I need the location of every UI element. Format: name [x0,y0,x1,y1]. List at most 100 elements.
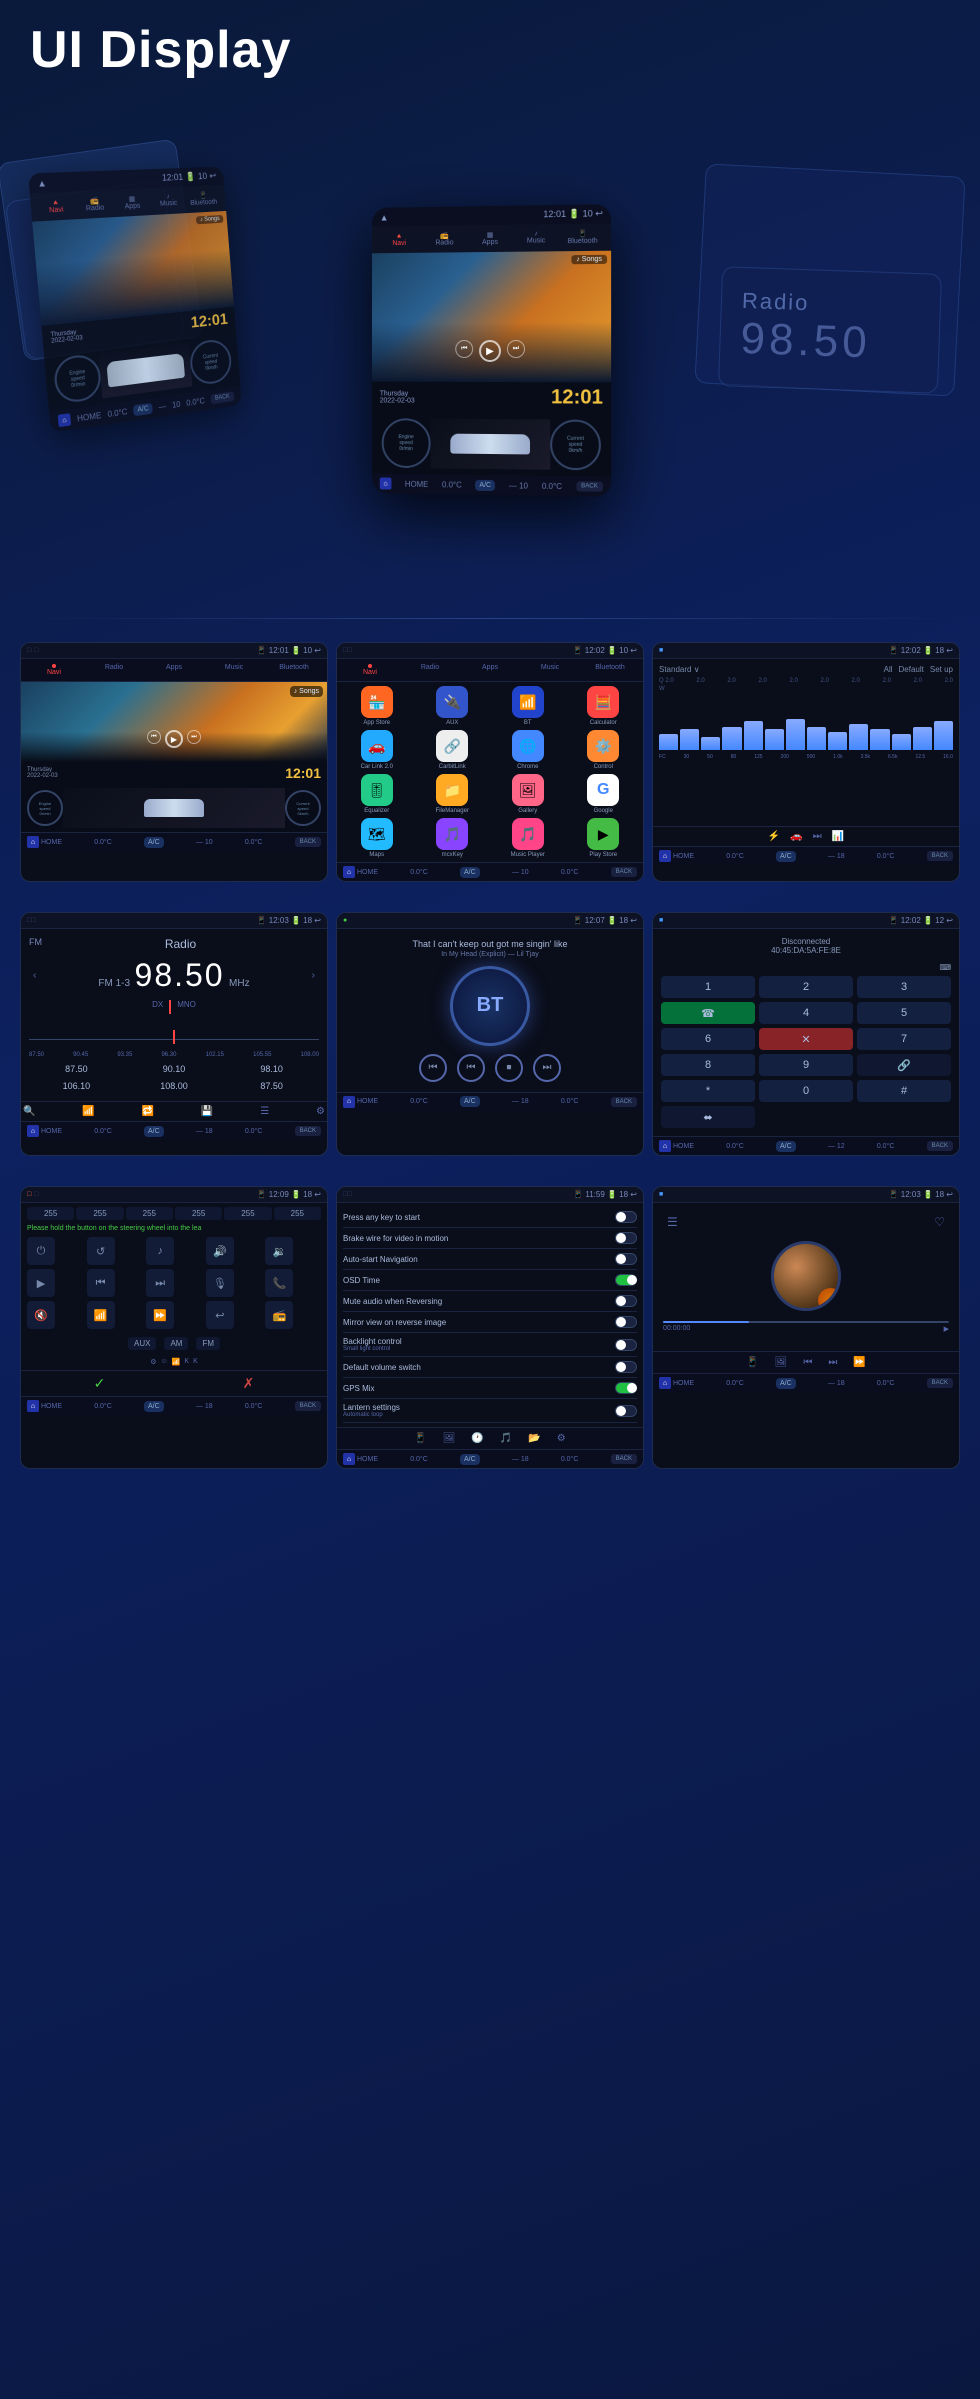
radio-dx[interactable]: DX [152,1000,163,1014]
app-calculator[interactable]: 🧮 Calculator [568,686,640,726]
key-0[interactable]: 0 [759,1080,853,1102]
app-appstore[interactable]: 🏪 App Store [341,686,413,726]
back-button-sc3[interactable]: BACK [927,851,953,861]
app-aux[interactable]: 🔌 AUX [417,686,489,726]
toggle-mirror[interactable] [615,1316,637,1328]
fm-btn[interactable]: FM [196,1337,220,1350]
key-1[interactable]: 1 [661,976,755,998]
back-button-sc7[interactable]: BACK [295,1401,321,1411]
back-button-sc6[interactable]: BACK [927,1141,953,1151]
key-2[interactable]: 2 [759,976,853,998]
next-sc9[interactable]: ⏭ [825,1355,840,1370]
app-maps[interactable]: 🗺 Maps [341,818,413,858]
bt-prev-track[interactable]: ⏮ [457,1054,485,1082]
signal-icon[interactable]: 📶 [82,1106,94,1117]
heart-icon[interactable]: ♡ [934,1215,945,1229]
app-chrome[interactable]: 🌐 Chrome [492,730,564,770]
back-button-sc8[interactable]: BACK [611,1454,637,1464]
bt-prev[interactable]: ⏮ [419,1054,447,1082]
key-end[interactable]: ✕ [759,1028,853,1050]
img-action-icon[interactable]: 🖼 [440,1431,459,1446]
app-control[interactable]: ⚙️ Control [568,730,640,770]
power-icon[interactable]: ⏻ [27,1237,55,1265]
vol-down-icon[interactable]: 🔉 [265,1237,293,1265]
time-action-icon[interactable]: 🕐 [468,1431,486,1446]
toggle-mute[interactable] [615,1295,637,1307]
mic-icon[interactable]: 🎙 [206,1269,234,1297]
app-playstore[interactable]: ▶ Play Store [568,818,640,858]
mute-icon[interactable]: 🔇 [27,1301,55,1329]
search-radio-icon[interactable]: 🔍 [23,1106,35,1117]
playlist-icon[interactable]: ☰ [667,1215,678,1229]
toggle-press-key[interactable] [615,1211,637,1223]
preset-6[interactable]: 87.50 [224,1079,319,1093]
key-4[interactable]: 4 [759,1002,853,1024]
toggle-backlight[interactable] [615,1339,637,1351]
radio-prev[interactable]: ‹ [33,970,36,981]
back-icon[interactable]: ↩ [206,1301,234,1329]
bt-stop[interactable]: ⏹ [495,1054,523,1082]
preset-4[interactable]: 106.10 [29,1079,124,1093]
x-icon[interactable]: ✗ [243,1375,255,1392]
radio-next[interactable]: › [312,970,315,981]
settings-icon[interactable]: ⚙ [316,1106,325,1117]
prev-sc9[interactable]: ⏮ [800,1355,815,1370]
back-button-sc9[interactable]: BACK [927,1378,953,1388]
skip-icon[interactable]: ⏩ [146,1301,174,1329]
app-filemanager[interactable]: 📁 FileManager [417,774,489,814]
next-track-icon[interactable]: ⏭ [146,1269,174,1297]
refresh-icon[interactable]: ↺ [87,1237,115,1265]
key-call[interactable]: ☎ [661,1002,755,1024]
preset-1[interactable]: 87.50 [29,1062,124,1076]
music-action-icon[interactable]: 🎵 [497,1431,515,1446]
folder-action-icon[interactable]: 📂 [525,1431,543,1446]
preset-2[interactable]: 90.10 [127,1062,222,1076]
phone-icon[interactable]: 📞 [265,1269,293,1297]
key-6[interactable]: 6 [661,1028,755,1050]
toggle-brake[interactable] [615,1232,637,1244]
app-google[interactable]: G Google [568,774,640,814]
key-switch[interactable]: ⬌ [661,1106,755,1128]
app-bt[interactable]: 📶 BT [492,686,564,726]
phone-icon-sc9[interactable]: 📱 [743,1355,761,1370]
toggle-gps[interactable] [615,1382,637,1394]
save-icon[interactable]: 💾 [201,1106,213,1117]
app-carlink[interactable]: 🚗 Car Link 2.0 [341,730,413,770]
check-icon[interactable]: ✓ [94,1375,106,1392]
phone-action-icon[interactable]: 📱 [411,1431,429,1446]
key-star[interactable]: * [661,1080,755,1102]
fm-icon[interactable]: 📻 [265,1301,293,1329]
img-icon-sc9[interactable]: 🖼 [772,1355,791,1370]
app-mcxkey[interactable]: 🎵 mcxKey [417,818,489,858]
toggle-lantern[interactable] [615,1405,637,1417]
radio-mono[interactable]: MNO [177,1000,196,1014]
key-link[interactable]: 🔗 [857,1054,951,1076]
am-btn[interactable]: AM [164,1337,188,1350]
key-3[interactable]: 3 [857,976,951,998]
app-musicplayer[interactable]: 🎵 Music Player [492,818,564,858]
back-button-sc4[interactable]: BACK [295,1126,321,1136]
list-icon[interactable]: ☰ [260,1106,269,1117]
bt-icon[interactable]: 📶 [87,1301,115,1329]
key-8[interactable]: 8 [661,1054,755,1076]
skip-sc9[interactable]: ⏩ [850,1355,868,1370]
bt-next[interactable]: ⏭ [533,1054,561,1082]
preset-5[interactable]: 108.00 [127,1079,222,1093]
toggle-osd[interactable] [615,1274,637,1286]
back-button-sc5[interactable]: BACK [611,1097,637,1107]
gear-action-icon[interactable]: ⚙ [554,1431,569,1446]
steering-media-icon[interactable]: ♪ [146,1237,174,1265]
eq-mode[interactable]: Standard ∨ [659,665,700,674]
app-gallery[interactable]: 🖼 Gallery [492,774,564,814]
vol-up-icon[interactable]: 🔊 [206,1237,234,1265]
play-button[interactable]: ▶ [944,1325,949,1333]
back-button-sc1[interactable]: BACK [295,837,321,847]
preset-3[interactable]: 98.10 [224,1062,319,1076]
aux-btn[interactable]: AUX [128,1337,156,1350]
key-7[interactable]: 7 [857,1028,951,1050]
key-9[interactable]: 9 [759,1054,853,1076]
key-hash[interactable]: # [857,1080,951,1102]
back-button-sc2[interactable]: BACK [611,867,637,877]
toggle-nav[interactable] [615,1253,637,1265]
key-5[interactable]: 5 [857,1002,951,1024]
